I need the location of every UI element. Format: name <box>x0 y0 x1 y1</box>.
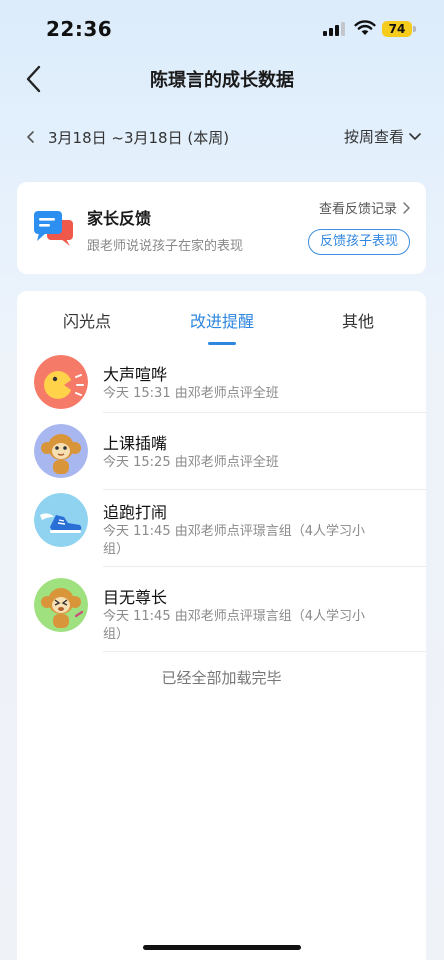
battery-tip <box>413 26 416 32</box>
list-item[interactable]: 追跑打闹 今天 11:45 由邓老师点评璟言组（4人学习小组） <box>17 491 426 567</box>
home-indicator <box>143 945 301 950</box>
divider <box>103 489 426 490</box>
divider <box>103 651 426 652</box>
view-mode-label: 按周查看 <box>343 128 404 146</box>
shouting-face-icon <box>34 355 88 409</box>
battery-indicator: 74 <box>382 21 412 37</box>
item-title: 追跑打闹 <box>103 503 168 522</box>
status-time: 22:36 <box>46 17 113 41</box>
chevron-right-icon <box>403 201 410 214</box>
nav-bar: 陈璟言的成长数据 <box>0 56 444 104</box>
cellular-signal-icon <box>323 22 345 36</box>
divider <box>103 412 426 413</box>
item-title: 大声喧哗 <box>103 365 168 384</box>
item-meta: 今天 11:45 由邓老师点评璟言组（4人学习小组） <box>103 609 365 642</box>
winged-shoe-icon <box>34 493 88 547</box>
tab-improvement-reminders[interactable]: 改进提醒 <box>182 308 262 332</box>
divider <box>103 566 426 567</box>
feedback-history-label: 查看反馈记录 <box>318 202 397 217</box>
tab-other[interactable]: 其他 <box>333 308 383 332</box>
list-item[interactable]: 大声喧哗 今天 15:31 由邓老师点评全班 <box>17 353 426 413</box>
item-meta: 今天 11:45 由邓老师点评璟言组（4人学习小组） <box>103 524 365 557</box>
date-range-row: 3月18日 ~3月18日 (本周) 按周查看 <box>0 122 444 154</box>
page-title: 陈璟言的成长数据 <box>150 70 294 91</box>
end-of-list-text: 已经全部加载完毕 <box>161 669 282 687</box>
chat-bubbles-icon <box>34 211 73 246</box>
feedback-subtitle: 跟老师说说孩子在家的表现 <box>87 239 244 254</box>
list-item[interactable]: 目无尊长 今天 11:45 由邓老师点评璟言组（4人学习小组） <box>17 576 426 652</box>
item-title: 上课插嘴 <box>103 434 168 453</box>
feedback-history-link[interactable]: 查看反馈记录 <box>319 198 411 217</box>
date-range-label: 3月18日 ~3月18日 (本周) <box>48 129 230 147</box>
item-meta: 今天 15:31 由邓老师点评全班 <box>103 386 279 401</box>
wifi-icon <box>354 20 376 35</box>
monkey-upset-icon <box>34 578 88 632</box>
item-meta: 今天 15:25 由邓老师点评全班 <box>103 455 279 470</box>
view-mode-dropdown[interactable]: 按周查看 <box>344 126 422 147</box>
tab-highlights[interactable]: 闪光点 <box>57 308 117 332</box>
active-tab-indicator <box>208 342 236 345</box>
tab-bar: 闪光点 改进提醒 其他 <box>17 291 426 347</box>
chevron-left-icon[interactable] <box>24 128 38 146</box>
status-bar: 22:36 74 <box>0 0 444 56</box>
list-item[interactable]: 上课插嘴 今天 15:25 由邓老师点评全班 <box>17 422 426 490</box>
records-card: 闪光点 改进提醒 其他 大声喧哗 今天 15:31 由邓老师点评全班 上课插嘴 … <box>17 291 426 960</box>
feedback-title: 家长反馈 <box>87 209 152 228</box>
chevron-down-icon <box>409 132 421 140</box>
feedback-action-button[interactable]: 反馈孩子表现 <box>307 229 410 255</box>
monkey-icon <box>34 424 88 478</box>
item-title: 目无尊长 <box>103 588 168 607</box>
parent-feedback-card: 家长反馈 跟老师说说孩子在家的表现 查看反馈记录 反馈孩子表现 <box>17 182 426 274</box>
